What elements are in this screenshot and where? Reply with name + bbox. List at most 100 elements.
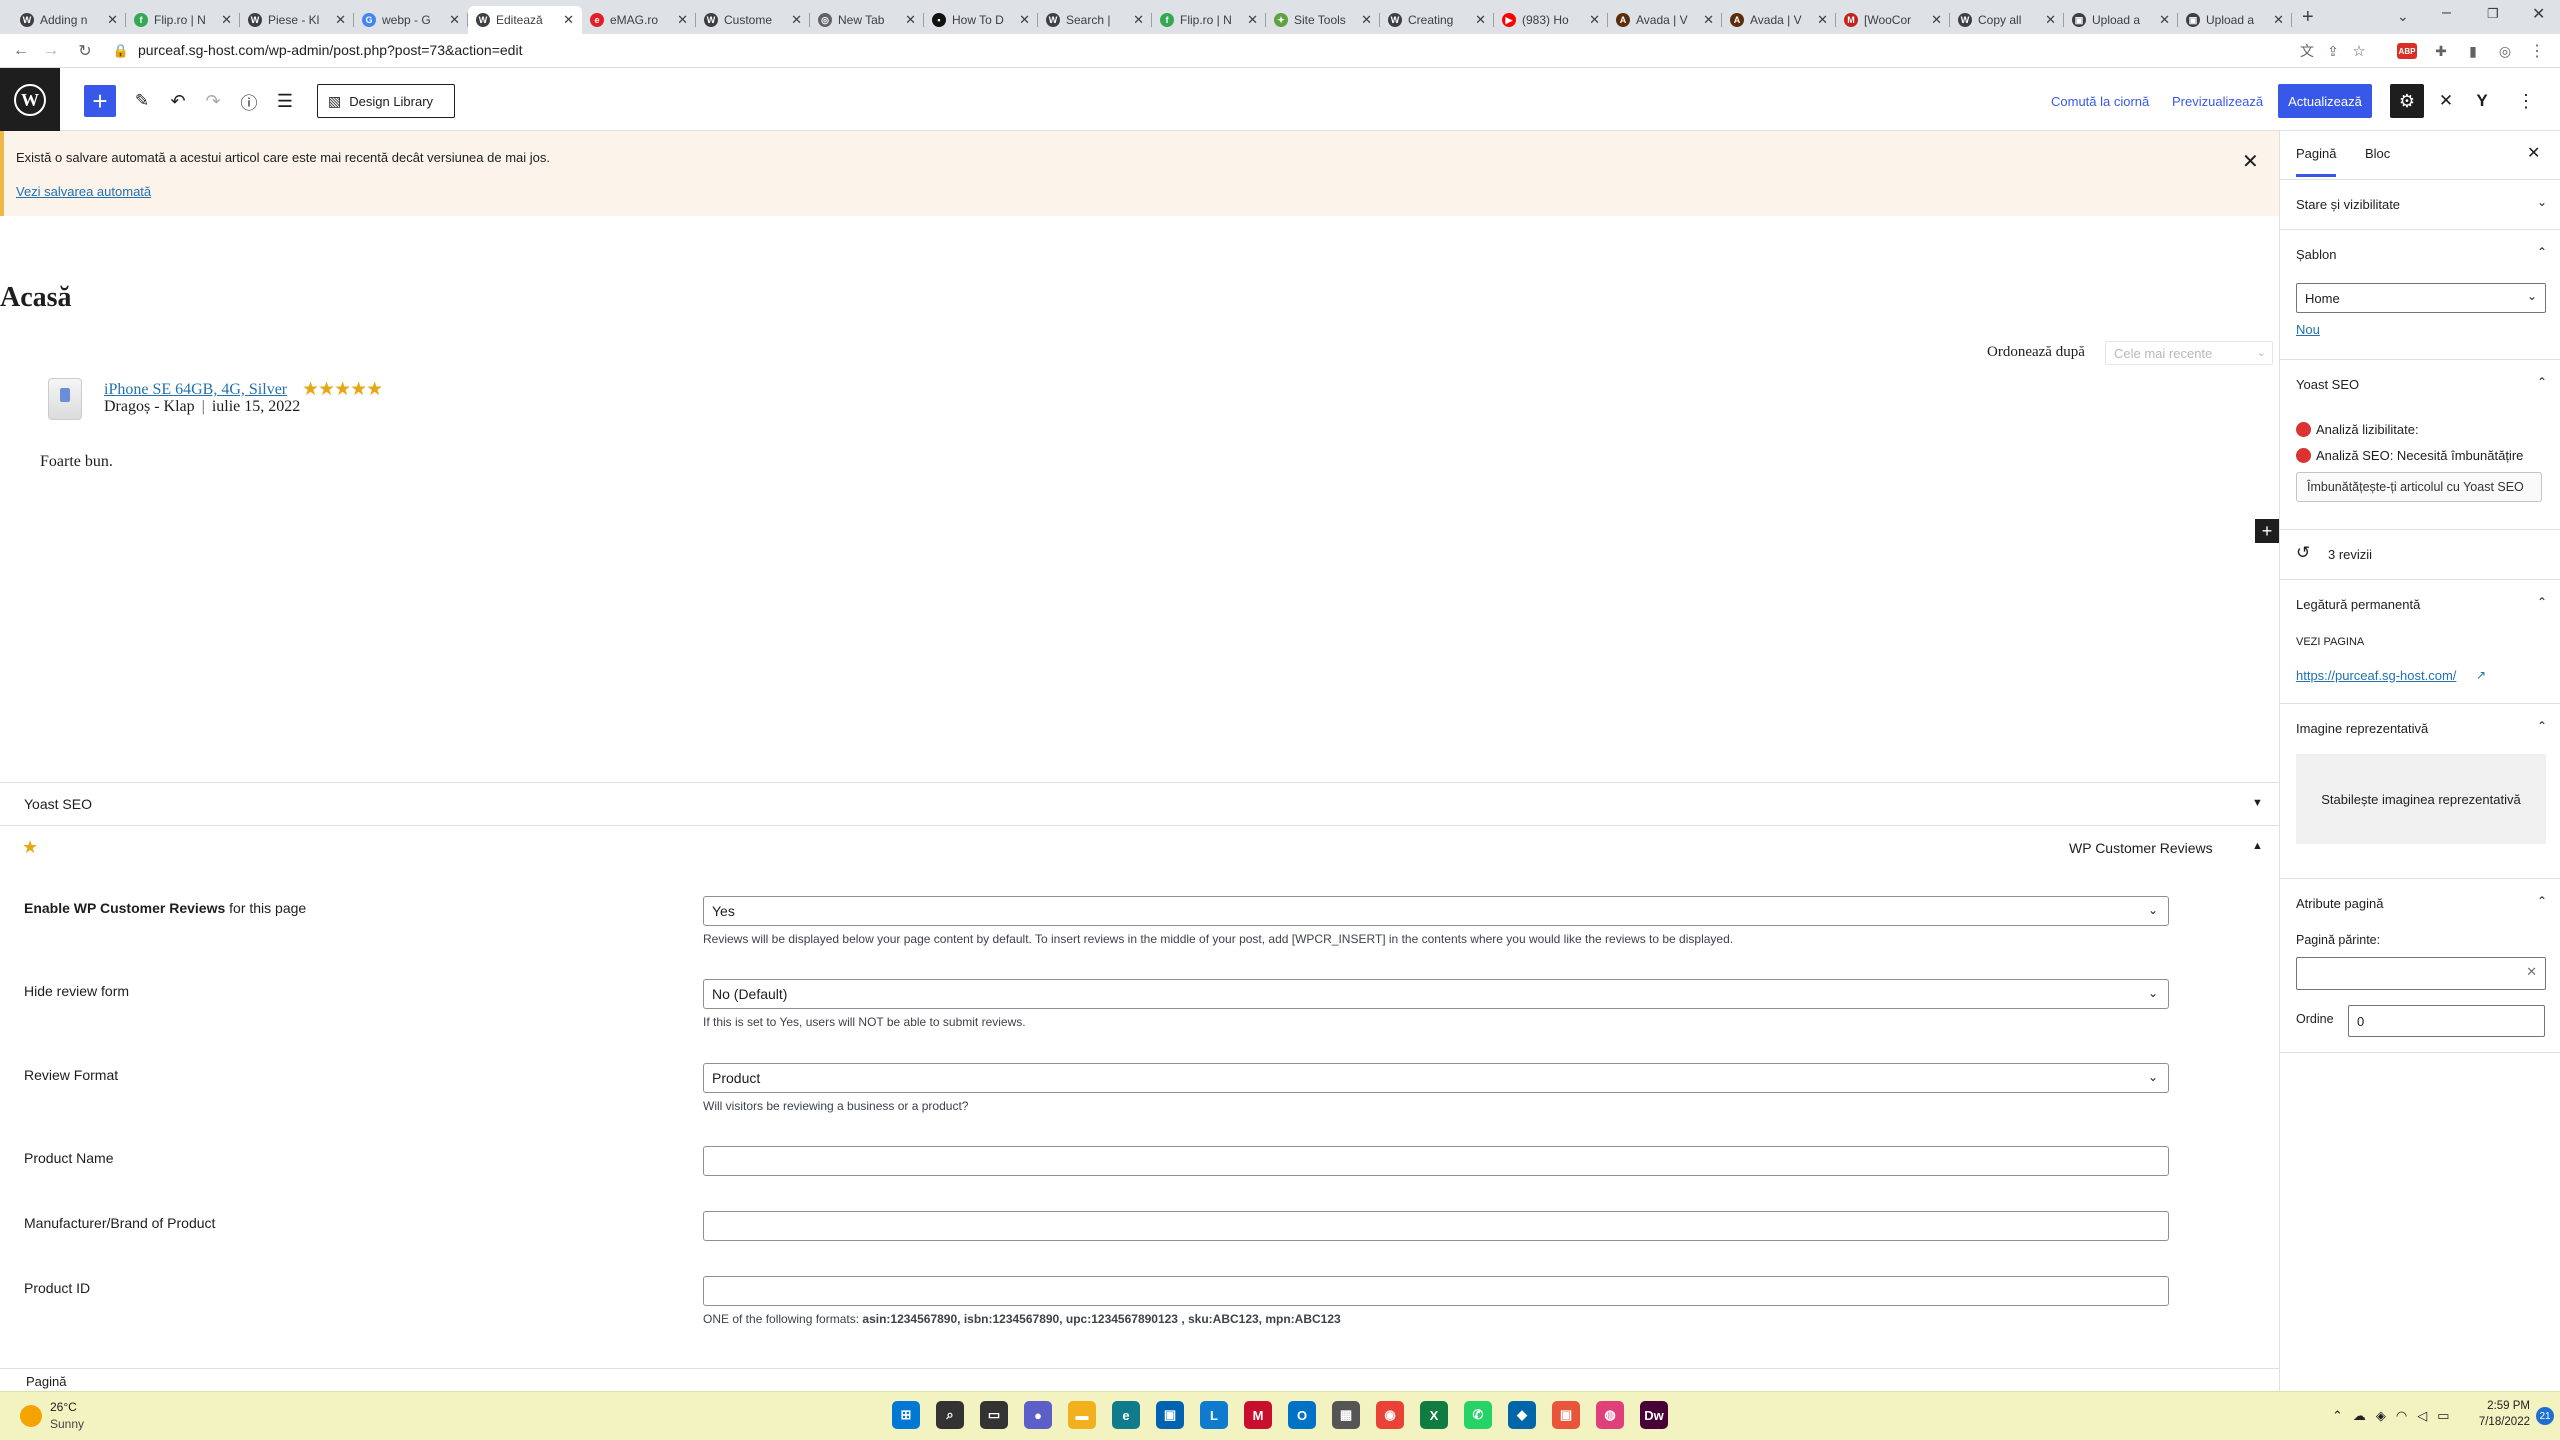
chevron-up-icon[interactable]: ⌃ [2537,595,2547,609]
tab-close-icon[interactable]: ✕ [905,12,916,28]
bookmark-star-icon[interactable]: ☆ [2348,40,2370,62]
breadcrumb[interactable]: Pagină [26,1374,66,1389]
parent-page-input[interactable]: ✕ [2296,957,2546,990]
block-inserter-plus-icon[interactable]: + [2255,519,2279,543]
wpcr-metabox-header[interactable]: ★ WP Customer Reviews ▲ [0,826,2279,870]
add-block-button[interactable]: + [84,85,116,117]
yoast-improve-button[interactable]: Îmbunătățește-ți articolul cu Yoast SEO [2296,472,2542,502]
taskbar-app-icon[interactable]: ✆ [1464,1401,1492,1429]
permalink-url[interactable]: https://purceaf.sg-host.com/ [2296,668,2456,683]
tab-close-icon[interactable]: ✕ [791,12,802,28]
product-id-input[interactable] [703,1276,2169,1306]
yoast-icon[interactable]: Y [2466,85,2498,117]
lock-icon[interactable]: 🔒 [110,40,132,62]
brand-input[interactable] [703,1211,2169,1241]
volume-icon[interactable]: ◁ [2417,1408,2427,1424]
review-product-link[interactable]: iPhone SE 64GB, 4G, Silver [104,381,287,399]
product-thumbnail[interactable] [48,378,82,420]
taskbar-app-icon[interactable]: X [1420,1401,1448,1429]
tray-app-icon[interactable]: ◈ [2376,1408,2386,1424]
tab-close-icon[interactable]: ✕ [677,12,688,28]
yoast-metabox-header[interactable]: Yoast SEO ▼ [0,782,2279,826]
tab-close-icon[interactable]: ✕ [1703,12,1714,28]
tray-chevron-up-icon[interactable]: ⌃ [2332,1408,2343,1424]
browser-tab[interactable]: W Adding n ✕ [12,6,126,34]
maximize-icon[interactable]: ❐ [2487,6,2499,22]
taskbar-app-icon[interactable]: ● [1024,1401,1052,1429]
taskbar-app-icon[interactable]: ▬ [1068,1401,1096,1429]
browser-tab[interactable]: M [WooCor ✕ [1836,6,1950,34]
tools-pencil-icon[interactable]: ✎ [126,85,158,117]
browser-tab[interactable]: ▪ How To D ✕ [924,6,1038,34]
adblock-extension-icon[interactable]: ABP [2397,43,2417,59]
update-button[interactable]: Actualizează [2278,84,2372,118]
sidepanel-icon[interactable]: ▮ [2462,40,2484,62]
preview-link[interactable]: Previzualizează [2172,94,2263,109]
browser-tab[interactable]: ▣ Upload a ✕ [2178,6,2292,34]
browser-tab[interactable]: f Flip.ro | N ✕ [1152,6,1266,34]
tab-close-icon[interactable]: ✕ [335,12,346,28]
taskbar-app-icon[interactable]: ▣ [1552,1401,1580,1429]
taskbar-app-icon[interactable]: ◍ [1596,1401,1624,1429]
browser-tab[interactable]: W Creating ✕ [1380,6,1494,34]
forward-icon[interactable]: → [40,40,62,62]
browser-tab[interactable]: ▶ (983) Ho ✕ [1494,6,1608,34]
browser-tab[interactable]: ✦ Site Tools ✕ [1266,6,1380,34]
tab-page[interactable]: Pagină [2296,146,2337,177]
tab-close-icon[interactable]: ✕ [2159,12,2170,28]
tab-search-icon[interactable]: ⌄ [2397,8,2409,25]
view-autosave-link[interactable]: Vezi salvarea automată [16,184,151,199]
template-select[interactable]: Home ⌄ [2296,283,2546,313]
battery-icon[interactable]: ▭ [2437,1408,2449,1424]
tab-close-icon[interactable]: ✕ [1589,12,1600,28]
yoast-metabox-toggle-icon[interactable]: ▼ [2252,797,2263,809]
template-new-link[interactable]: Nou [2296,322,2320,337]
tab-close-icon[interactable]: ✕ [1361,12,1372,28]
close-sidebar-icon[interactable]: ✕ [2527,143,2540,163]
taskbar-app-icon[interactable]: ◉ [1376,1401,1404,1429]
taskbar-app-icon[interactable]: ▣ [1156,1401,1184,1429]
weather-temp[interactable]: 26°C [50,1400,77,1414]
browser-tab[interactable]: A Avada | V ✕ [1608,6,1722,34]
tab-close-icon[interactable]: ✕ [1247,12,1258,28]
tab-close-icon[interactable]: ✕ [563,12,574,28]
profile-icon[interactable]: ◎ [2494,40,2516,62]
wifi-icon[interactable]: ◠ [2396,1408,2407,1424]
browser-tab[interactable]: Gwebp - G ✕ [354,6,468,34]
tab-close-icon[interactable]: ✕ [221,12,232,28]
notification-count-badge[interactable]: 21 [2536,1407,2554,1425]
stackable-icon[interactable]: ✕ [2430,85,2462,117]
order-input[interactable]: 0 [2348,1005,2545,1037]
onedrive-icon[interactable]: ☁ [2353,1408,2366,1424]
options-menu-icon[interactable]: ⋮ [2510,85,2542,117]
tab-close-icon[interactable]: ✕ [107,12,118,28]
tab-close-icon[interactable]: ✕ [1019,12,1030,28]
chevron-up-icon[interactable]: ⌃ [2537,719,2547,733]
list-view-icon[interactable]: ☰ [269,85,301,117]
reload-icon[interactable]: ↻ [74,40,96,62]
settings-gear-icon[interactable]: ⚙ [2390,84,2424,118]
minimize-icon[interactable]: – [2442,4,2451,22]
back-icon[interactable]: ← [10,40,32,62]
set-featured-image-button[interactable]: Stabilește imaginea reprezentativă [2296,754,2546,844]
taskbar-app-icon[interactable]: ▭ [980,1401,1008,1429]
details-info-icon[interactable]: ⓘ [233,85,265,117]
taskbar-app-icon[interactable]: Dw [1640,1401,1668,1429]
tab-close-icon[interactable]: ✕ [1133,12,1144,28]
taskbar-app-icon[interactable]: L [1200,1401,1228,1429]
tab-close-icon[interactable]: ✕ [449,12,460,28]
browser-tab[interactable]: W Custome ✕ [696,6,810,34]
tab-block[interactable]: Bloc [2365,146,2390,161]
taskbar-app-icon[interactable]: ▦ [1332,1401,1360,1429]
browser-menu-icon[interactable]: ⋮ [2526,40,2548,62]
page-title[interactable]: Acasă [0,282,72,314]
undo-icon[interactable]: ↶ [162,85,194,117]
browser-tab[interactable]: A Avada | V ✕ [1722,6,1836,34]
chevron-up-icon[interactable]: ⌃ [2537,375,2547,389]
tab-close-icon[interactable]: ✕ [1931,12,1942,28]
taskbar-app-icon[interactable]: ◆ [1508,1401,1536,1429]
share-icon[interactable]: ⇪ [2322,40,2344,62]
tab-close-icon[interactable]: ✕ [1817,12,1828,28]
browser-tab[interactable]: ◎ New Tab ✕ [810,6,924,34]
browser-tab[interactable]: W Editează ✕ [468,6,582,34]
